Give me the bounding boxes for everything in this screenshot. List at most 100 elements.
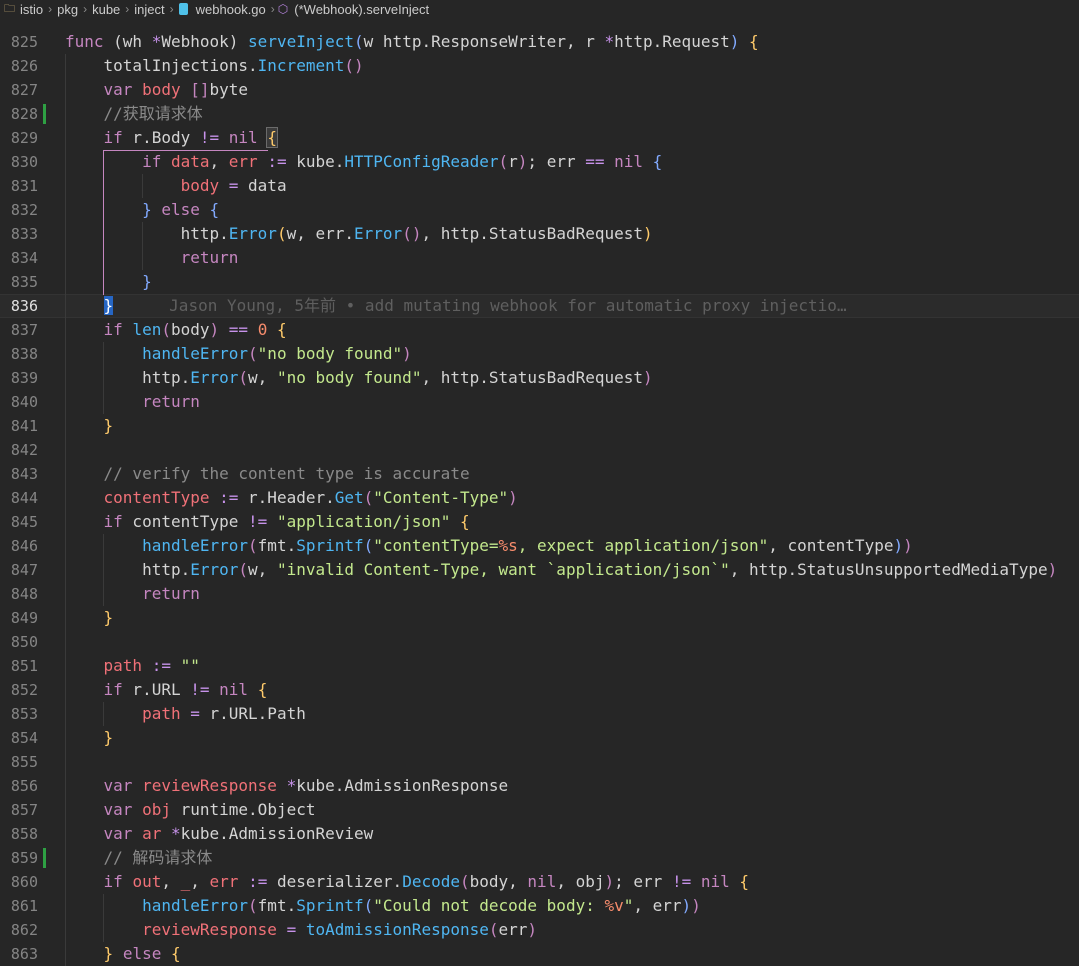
- code-line[interactable]: 858 var ar *kube.AdmissionReview: [0, 822, 1079, 846]
- line-number[interactable]: 831: [0, 174, 38, 198]
- line-number[interactable]: 858: [0, 822, 38, 846]
- breadcrumb-item-istio[interactable]: istio: [18, 2, 45, 17]
- line-number[interactable]: 835: [0, 270, 38, 294]
- line-number[interactable]: 856: [0, 774, 38, 798]
- line-number[interactable]: 826: [0, 54, 38, 78]
- code-token: //获取请求体: [65, 104, 203, 123]
- line-number[interactable]: 847: [0, 558, 38, 582]
- code-line[interactable]: 855: [0, 750, 1079, 774]
- code-line[interactable]: 850: [0, 630, 1079, 654]
- code-line[interactable]: 860 if out, _, err := deserializer.Decod…: [0, 870, 1079, 894]
- code-token: handleError: [142, 536, 249, 555]
- code-token: toAdmissionResponse: [305, 920, 489, 939]
- code-text: if r.Body != nil {: [65, 126, 278, 150]
- line-number[interactable]: 851: [0, 654, 38, 678]
- code-token: r.URL: [122, 680, 191, 699]
- line-number[interactable]: 846: [0, 534, 38, 558]
- code-line[interactable]: 839 http.Error(w, "no body found", http.…: [0, 366, 1079, 390]
- line-number[interactable]: 833: [0, 222, 38, 246]
- line-number[interactable]: 842: [0, 438, 38, 462]
- line-number[interactable]: 827: [0, 78, 38, 102]
- breadcrumb-item-inject[interactable]: inject: [132, 2, 166, 17]
- code-token: (: [238, 368, 249, 387]
- line-number[interactable]: 859: [0, 846, 38, 870]
- code-line[interactable]: 851 path := "": [0, 654, 1079, 678]
- line-number[interactable]: 841: [0, 414, 38, 438]
- line-number[interactable]: 850: [0, 630, 38, 654]
- breadcrumb-item-symbol[interactable]: (*Webhook).serveInject: [292, 2, 431, 17]
- code-token: contentType: [103, 488, 210, 507]
- code-line[interactable]: 826 totalInjections.Increment(): [0, 54, 1079, 78]
- git-added-marker[interactable]: [43, 848, 46, 868]
- code-line[interactable]: 840 return: [0, 390, 1079, 414]
- breadcrumb-item-file[interactable]: webhook.go: [194, 2, 268, 17]
- breadcrumb-item-pkg[interactable]: pkg: [55, 2, 80, 17]
- code-text: return: [65, 390, 200, 414]
- code-line[interactable]: 836 } Jason Young, 5年前 • add mutating web…: [0, 294, 1079, 318]
- code-line[interactable]: 854 }: [0, 726, 1079, 750]
- line-number[interactable]: 845: [0, 510, 38, 534]
- code-editor[interactable]: 825 func (wh *Webhook) serveInject(w http…: [0, 30, 1079, 966]
- code-line[interactable]: 856 var reviewResponse *kube.AdmissionRe…: [0, 774, 1079, 798]
- code-line[interactable]: 857 var obj runtime.Object: [0, 798, 1079, 822]
- code-line[interactable]: 849 }: [0, 606, 1079, 630]
- code-line[interactable]: 828 //获取请求体: [0, 102, 1079, 126]
- line-number[interactable]: 839: [0, 366, 38, 390]
- line-number[interactable]: 854: [0, 726, 38, 750]
- code-line[interactable]: 848 return: [0, 582, 1079, 606]
- line-number[interactable]: 857: [0, 798, 38, 822]
- line-number[interactable]: 852: [0, 678, 38, 702]
- code-line[interactable]: 842: [0, 438, 1079, 462]
- git-added-marker[interactable]: [43, 104, 46, 124]
- code-line[interactable]: 841 }: [0, 414, 1079, 438]
- code-line[interactable]: 847 http.Error(w, "invalid Content-Type,…: [0, 558, 1079, 582]
- code-line[interactable]: 838 handleError("no body found"): [0, 342, 1079, 366]
- code-line[interactable]: 859 // 解码请求体: [0, 846, 1079, 870]
- code-line[interactable]: 852 if r.URL != nil {: [0, 678, 1079, 702]
- line-number[interactable]: 828: [0, 102, 38, 126]
- line-number[interactable]: 834: [0, 246, 38, 270]
- code-token: , http.StatusUnsupportedMediaType: [729, 560, 1048, 579]
- line-number[interactable]: 855: [0, 750, 38, 774]
- line-number[interactable]: 853: [0, 702, 38, 726]
- code-line[interactable]: 846 handleError(fmt.Sprintf("contentType…: [0, 534, 1079, 558]
- code-line[interactable]: 863 } else {: [0, 942, 1079, 966]
- line-number[interactable]: 830: [0, 150, 38, 174]
- code-token: obj: [142, 800, 171, 819]
- line-number[interactable]: 836: [0, 295, 38, 317]
- line-number[interactable]: 829: [0, 126, 38, 150]
- code-line[interactable]: 825 func (wh *Webhook) serveInject(w http…: [0, 30, 1079, 54]
- code-line[interactable]: 844 contentType := r.Header.Get("Content…: [0, 486, 1079, 510]
- git-blame-annotation[interactable]: Jason Young, 5年前 • add mutating webhook …: [169, 296, 846, 315]
- code-token: !=: [199, 128, 220, 147]
- code-line[interactable]: 829 if r.Body != nil {: [0, 126, 1079, 150]
- line-number[interactable]: 838: [0, 342, 38, 366]
- code-text: //获取请求体: [65, 102, 203, 126]
- line-number[interactable]: 861: [0, 894, 38, 918]
- code-line[interactable]: 837 if len(body) == 0 {: [0, 318, 1079, 342]
- line-number[interactable]: 837: [0, 318, 38, 342]
- line-number[interactable]: 863: [0, 942, 38, 966]
- line-number[interactable]: 849: [0, 606, 38, 630]
- line-number[interactable]: 862: [0, 918, 38, 942]
- line-number[interactable]: 840: [0, 390, 38, 414]
- code-line[interactable]: 843 // verify the content type is accura…: [0, 462, 1079, 486]
- line-number[interactable]: 844: [0, 486, 38, 510]
- line-number[interactable]: 832: [0, 198, 38, 222]
- line-number[interactable]: 860: [0, 870, 38, 894]
- code-line[interactable]: 827 var body []byte: [0, 78, 1079, 102]
- code-token: len: [132, 320, 162, 339]
- code-line[interactable]: 845 if contentType != "application/json"…: [0, 510, 1079, 534]
- breadcrumb-item-kube[interactable]: kube: [90, 2, 122, 17]
- code-line[interactable]: 862 reviewResponse = toAdmissionResponse…: [0, 918, 1079, 942]
- code-line[interactable]: 853 path = r.URL.Path: [0, 702, 1079, 726]
- line-number[interactable]: 848: [0, 582, 38, 606]
- code-line[interactable]: 861 handleError(fmt.Sprintf("Could not d…: [0, 894, 1079, 918]
- code-token: , obj: [556, 872, 605, 891]
- line-number[interactable]: 825: [0, 30, 38, 54]
- line-number[interactable]: 843: [0, 462, 38, 486]
